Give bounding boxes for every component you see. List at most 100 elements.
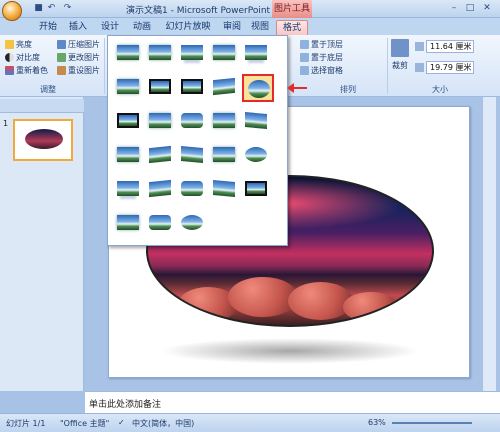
brightness-button[interactable]: 亮度: [5, 39, 32, 50]
style-item[interactable]: [242, 42, 270, 64]
style-preview: [245, 112, 267, 129]
style-item[interactable]: [146, 144, 174, 166]
selection-pane-icon: [300, 66, 309, 75]
tab-review[interactable]: 审阅: [218, 20, 246, 35]
style-preview: [213, 45, 235, 60]
tab-view[interactable]: 视图: [248, 20, 272, 35]
rock: [343, 292, 398, 322]
style-item[interactable]: [178, 42, 206, 64]
redo-icon[interactable]: ↷: [62, 3, 73, 14]
thumbnail-image: [25, 129, 63, 149]
style-preview: [149, 145, 171, 164]
office-button[interactable]: [2, 1, 22, 21]
contrast-button[interactable]: 对比度: [5, 52, 40, 63]
compress-icon: [57, 40, 66, 49]
tab-animation[interactable]: 动画: [128, 20, 156, 35]
status-bar: 幻灯片 1/1 "Office 主题" ✓ 中文(简体，中国) 63%: [0, 413, 500, 432]
style-item[interactable]: [210, 110, 238, 132]
height-icon: [415, 42, 424, 51]
style-preview: [117, 79, 139, 94]
zoom-slider[interactable]: [392, 422, 472, 424]
tab-slideshow[interactable]: 幻灯片放映: [160, 20, 216, 35]
bring-to-front-button[interactable]: 置于顶层: [300, 39, 343, 50]
picture-styles-gallery[interactable]: [107, 35, 288, 246]
slide-number: 1: [3, 119, 9, 128]
style-item[interactable]: [210, 178, 238, 200]
save-icon[interactable]: ■: [33, 3, 44, 14]
style-item[interactable]: [146, 42, 174, 64]
style-item[interactable]: [178, 110, 206, 132]
style-item[interactable]: [242, 178, 270, 200]
style-item[interactable]: [178, 212, 206, 234]
brightness-icon: [5, 40, 14, 49]
style-item[interactable]: [210, 144, 238, 166]
style-item[interactable]: [114, 76, 142, 98]
minimize-icon[interactable]: –: [447, 2, 461, 14]
style-preview: [149, 113, 171, 128]
style-preview: [213, 180, 235, 197]
bring-front-icon: [300, 40, 309, 49]
height-input[interactable]: 11.64 厘米: [426, 40, 474, 53]
style-item[interactable]: [242, 110, 270, 132]
undo-icon[interactable]: ↶: [46, 3, 57, 14]
selection-pane-button[interactable]: 选择窗格: [300, 65, 343, 76]
crop-button[interactable]: 裁剪: [391, 39, 409, 71]
style-item[interactable]: [146, 178, 174, 200]
divider: [387, 38, 388, 94]
style-preview: [213, 113, 235, 128]
tab-insert[interactable]: 插入: [64, 20, 92, 35]
style-item[interactable]: [146, 76, 174, 98]
style-preview: [245, 181, 267, 196]
contrast-icon: [5, 53, 14, 62]
compress-pictures-button[interactable]: 压缩图片: [57, 39, 100, 50]
style-preview: [149, 79, 171, 94]
width-icon: [415, 63, 424, 72]
style-preview: [248, 80, 270, 98]
slide-thumbnail[interactable]: [13, 119, 73, 161]
style-preview: [181, 181, 203, 196]
style-item[interactable]: [178, 76, 206, 98]
picture-shadow: [160, 338, 420, 364]
style-preview: [117, 113, 139, 128]
style-item[interactable]: [114, 178, 142, 200]
style-item[interactable]: [146, 212, 174, 234]
vertical-scrollbar[interactable]: [482, 97, 496, 391]
style-item[interactable]: [114, 212, 142, 234]
style-preview: [117, 147, 139, 162]
close-icon[interactable]: ✕: [480, 2, 494, 14]
style-item[interactable]: [114, 42, 142, 64]
picture-tools-context: 图片工具: [272, 0, 312, 18]
reset-picture-button[interactable]: 重设图片: [57, 65, 100, 76]
tab-design[interactable]: 设计: [96, 20, 124, 35]
status-zoom[interactable]: 63%: [368, 418, 386, 427]
maximize-icon[interactable]: □: [463, 2, 477, 14]
width-input[interactable]: 19.79 厘米: [426, 61, 474, 74]
change-picture-icon: [57, 53, 66, 62]
style-item[interactable]: [178, 178, 206, 200]
spellcheck-icon[interactable]: ✓: [118, 418, 125, 427]
rock: [288, 282, 353, 320]
style-item-selected[interactable]: [242, 74, 274, 102]
arrow-shaft: [293, 87, 307, 89]
style-item[interactable]: [210, 42, 238, 64]
tab-format[interactable]: 格式: [276, 20, 308, 35]
style-preview: [117, 215, 139, 230]
style-item[interactable]: [242, 144, 270, 166]
style-preview: [181, 113, 203, 128]
divider: [104, 38, 105, 94]
send-to-back-button[interactable]: 置于底层: [300, 52, 343, 63]
group-label-adjust: 调整: [40, 85, 56, 94]
recolor-button[interactable]: 重新着色: [5, 65, 48, 76]
send-back-icon: [300, 53, 309, 62]
style-item[interactable]: [114, 110, 142, 132]
pane-tabs[interactable]: [0, 99, 84, 113]
style-item[interactable]: [210, 76, 238, 98]
reset-picture-icon: [57, 66, 66, 75]
tab-home[interactable]: 开始: [34, 20, 62, 35]
group-label-size: 大小: [432, 85, 448, 94]
style-item[interactable]: [178, 144, 206, 166]
style-item[interactable]: [146, 110, 174, 132]
style-item[interactable]: [114, 144, 142, 166]
style-preview: [117, 181, 139, 196]
change-picture-button[interactable]: 更改图片: [57, 52, 100, 63]
